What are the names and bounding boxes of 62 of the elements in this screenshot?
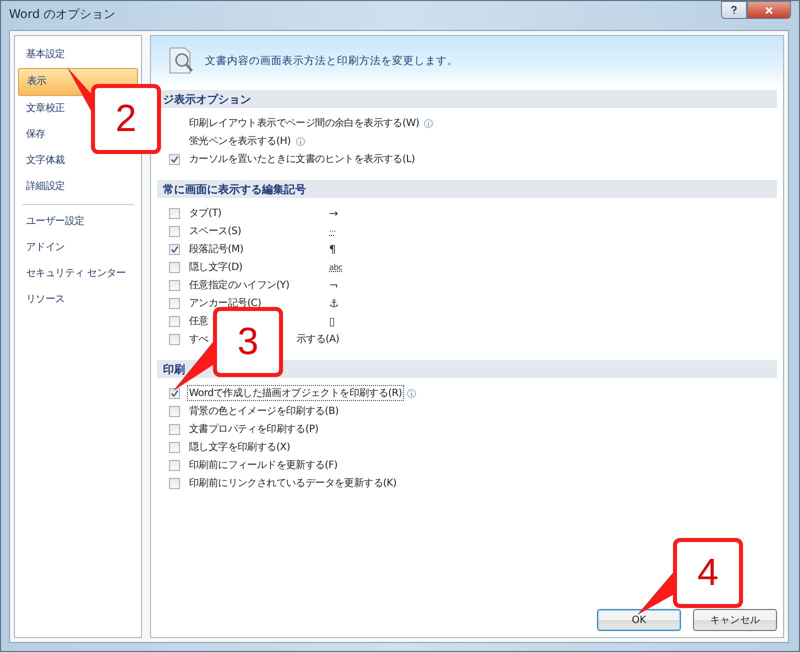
option-label[interactable]: 背景の色とイメージを印刷する(B)	[187, 403, 341, 419]
close-button[interactable]	[747, 1, 791, 19]
section-title: 常に画面に表示する編集記号	[163, 182, 306, 196]
option-label[interactable]: 文書プロパティを印刷する(P)	[187, 421, 320, 437]
mark-symbol: →	[329, 206, 338, 220]
mark-symbol: abc	[329, 262, 342, 272]
option-label[interactable]: 任意指定のハイフン(Y)	[187, 277, 292, 293]
checkbox[interactable]	[169, 334, 180, 344]
option-label[interactable]: 任意	[187, 313, 210, 329]
option-label[interactable]: スペース(S)	[187, 223, 244, 239]
checkbox[interactable]	[169, 244, 180, 254]
cancel-button[interactable]: キャンセル	[693, 609, 777, 631]
section-title: 印刷	[163, 362, 185, 376]
step-callout: 4	[673, 538, 743, 608]
mark-symbol: ¶	[329, 242, 336, 256]
sidebar-item[interactable]: 保存	[18, 122, 54, 148]
ok-button[interactable]: OK	[597, 609, 681, 631]
mark-symbol: ···	[329, 226, 336, 236]
sidebar-item[interactable]: ユーザー設定	[18, 209, 92, 235]
checkbox[interactable]	[169, 262, 180, 272]
option-label[interactable]: 段落記号(M)	[187, 241, 246, 257]
checkbox[interactable]	[169, 478, 180, 488]
option-label[interactable]: 印刷レイアウト表示でページ間の余白を表示する(W)	[187, 115, 422, 131]
sidebar-item[interactable]: アドイン	[18, 235, 73, 261]
sidebar-item[interactable]: 基本設定	[18, 42, 73, 68]
checkbox[interactable]	[169, 208, 180, 218]
sidebar-item[interactable]: セキュリティ センター	[18, 261, 134, 287]
checkbox[interactable]	[169, 442, 180, 452]
checkbox[interactable]	[169, 298, 180, 308]
checkbox[interactable]	[169, 154, 180, 164]
option-label[interactable]: すべ	[187, 331, 210, 347]
option-label[interactable]: 隠し文字(D)	[187, 259, 244, 275]
checkbox[interactable]	[169, 280, 180, 290]
step-callout: 3	[213, 307, 283, 377]
option-label[interactable]: 印刷前にフィールドを更新する(F)	[187, 457, 340, 473]
header-text: 文書内容の画面表示方法と印刷方法を変更します。	[205, 54, 458, 68]
checkbox[interactable]	[169, 226, 180, 236]
option-label[interactable]: 示する(A)	[296, 332, 340, 346]
help-icon	[729, 5, 739, 15]
mark-symbol: ▯	[329, 314, 335, 328]
option-label[interactable]: 蛍光ペンを表示する(H)	[187, 133, 293, 149]
sidebar-item[interactable]: 文字体裁	[18, 148, 73, 174]
option-label[interactable]: 隠し文字を印刷する(X)	[187, 439, 292, 455]
sidebar-item[interactable]: 詳細設定	[18, 174, 73, 200]
sidebar-item[interactable]: 文章校正	[18, 96, 73, 122]
window-title: Word のオプション	[9, 6, 116, 23]
step-callout: 2	[91, 84, 161, 154]
option-label[interactable]: Wordで作成した描画オブジェクトを印刷する(R)	[187, 385, 404, 401]
section-title: ジ表示オプション	[163, 92, 251, 106]
mark-symbol: ⚓	[329, 296, 339, 310]
checkbox[interactable]	[169, 424, 180, 434]
checkbox[interactable]	[169, 406, 180, 416]
checkbox[interactable]	[169, 460, 180, 470]
option-label[interactable]: 印刷前にリンクされているデータを更新する(K)	[187, 475, 398, 491]
option-label[interactable]: タブ(T)	[187, 205, 224, 221]
help-button[interactable]	[721, 1, 747, 19]
checkbox[interactable]	[169, 316, 180, 326]
sidebar-item[interactable]: リソース	[18, 287, 73, 313]
option-label[interactable]: カーソルを置いたときに文書のヒントを表示する(L)	[187, 151, 417, 167]
checkbox[interactable]	[169, 388, 180, 398]
mark-symbol: ¬	[329, 278, 338, 292]
close-icon	[764, 6, 774, 14]
